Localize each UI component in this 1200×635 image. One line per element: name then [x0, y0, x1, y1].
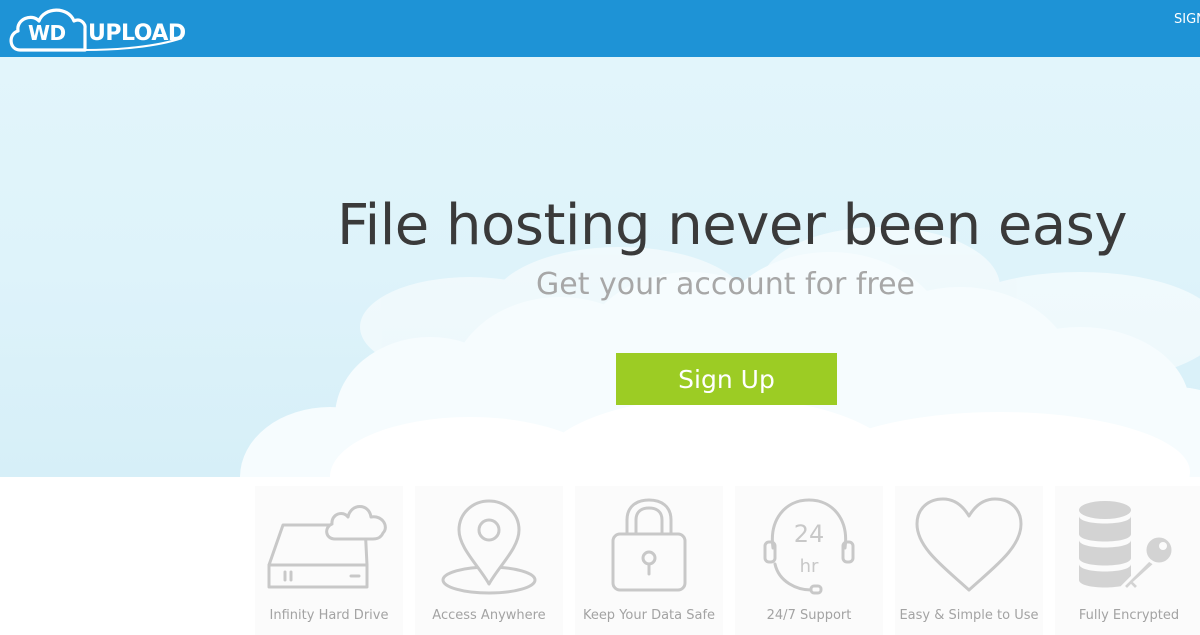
signup-button[interactable]: Sign Up — [616, 353, 837, 405]
database-key-icon — [1079, 501, 1175, 593]
icon-text-hr: hr — [800, 556, 819, 577]
feature-easy-simple: Easy & Simple to Use — [895, 486, 1043, 635]
logo-text-wd: WD — [28, 21, 66, 45]
features-row: Infinity Hard Drive Access Anywhere Keep… — [255, 486, 1200, 635]
location-pin-icon — [441, 499, 537, 595]
feature-infinity-hard-drive: Infinity Hard Drive — [255, 486, 403, 635]
feature-label: Fully Encrypted — [1078, 608, 1180, 623]
feature-keep-data-safe: Keep Your Data Safe — [575, 486, 723, 635]
feature-label: Easy & Simple to Use — [899, 608, 1039, 623]
feature-label: 24/7 Support — [766, 608, 852, 623]
site-logo[interactable]: WD UPLOAD — [6, 2, 196, 54]
feature-fully-encrypted: Fully Encrypted — [1055, 486, 1200, 635]
top-nav-bar: WD UPLOAD SIGN IN — [0, 0, 1200, 57]
feature-label: Infinity Hard Drive — [269, 608, 389, 623]
heart-icon — [915, 497, 1023, 592]
signin-link[interactable]: SIGN IN — [1174, 12, 1200, 27]
feature-access-anywhere: Access Anywhere — [415, 486, 563, 635]
headset-24hr-icon: 24 hr — [763, 498, 855, 595]
hard-drive-cloud-icon — [267, 505, 387, 589]
hero-headline: File hosting never been easy — [337, 193, 1128, 258]
hero-banner: File hosting never been easy Get your ac… — [0, 57, 1200, 477]
logo-text-upload: UPLOAD — [88, 21, 186, 46]
padlock-icon — [611, 498, 687, 592]
feature-label: Keep Your Data Safe — [582, 608, 716, 623]
feature-label: Access Anywhere — [432, 608, 546, 623]
hero-subheadline: Get your account for free — [536, 267, 915, 302]
feature-support: 24 hr 24/7 Support — [735, 486, 883, 635]
icon-text-24: 24 — [794, 520, 825, 548]
